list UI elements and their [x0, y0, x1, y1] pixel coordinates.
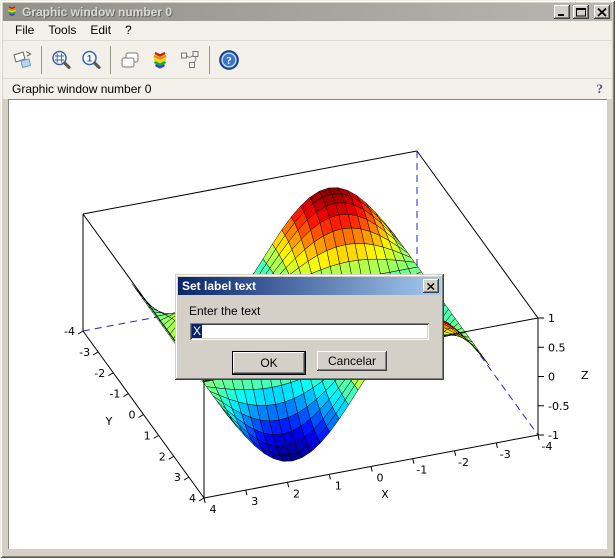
toolbar-separator	[41, 46, 42, 74]
close-button[interactable]	[594, 5, 610, 19]
menu-tools[interactable]: Tools	[41, 21, 83, 40]
rotate-icon[interactable]	[7, 45, 37, 75]
toolbar-separator	[209, 46, 210, 74]
info-help-mark: ?	[597, 81, 604, 97]
svg-text:2: 2	[293, 487, 300, 500]
svg-text:Z: Z	[581, 369, 589, 382]
menu-file[interactable]: File	[8, 21, 41, 40]
dialog-close-icon[interactable]	[423, 279, 439, 293]
entity-picker-icon[interactable]	[175, 45, 205, 75]
svg-text:3: 3	[174, 471, 181, 484]
set-label-dialog: Set label text Enter the text X OK Cance…	[175, 274, 444, 380]
toolbar: 1	[3, 41, 612, 79]
svg-text:-0.5: -0.5	[548, 400, 569, 413]
info-bar: Graphic window number 0 ?	[3, 79, 612, 99]
minimize-button[interactable]	[554, 5, 570, 19]
svg-text:-1: -1	[416, 464, 427, 477]
toolbar-separator	[110, 46, 111, 74]
svg-text:4: 4	[210, 503, 217, 516]
svg-text:1: 1	[144, 429, 151, 442]
scilab-icon[interactable]	[145, 45, 175, 75]
svg-text:-3: -3	[79, 346, 90, 359]
svg-text:-4: -4	[64, 325, 75, 338]
svg-text:3: 3	[251, 495, 258, 508]
unzoom-icon[interactable]: 1	[76, 45, 106, 75]
svg-text:0: 0	[548, 371, 555, 384]
svg-text:4: 4	[189, 492, 196, 505]
svg-text:1: 1	[548, 312, 555, 325]
maximize-button[interactable]	[573, 5, 589, 19]
dialog-prompt: Enter the text	[189, 304, 441, 318]
svg-text:1: 1	[335, 479, 342, 492]
scilab-window-icon	[5, 4, 19, 21]
info-text: Graphic window number 0	[12, 82, 597, 96]
figure-dialogs-icon[interactable]	[115, 45, 145, 75]
svg-text:-2: -2	[94, 367, 105, 380]
selected-text: X	[192, 324, 202, 338]
svg-text:-1: -1	[109, 388, 120, 401]
svg-text:0.5: 0.5	[548, 341, 566, 354]
dialog-buttons: OK Cancelar	[178, 351, 441, 375]
cancel-button[interactable]: Cancelar	[317, 351, 387, 371]
label-text-input[interactable]: X	[190, 323, 429, 340]
menu-edit[interactable]: Edit	[83, 21, 118, 40]
svg-text:-1: -1	[548, 429, 559, 442]
svg-text:?: ?	[226, 55, 232, 67]
svg-text:0: 0	[129, 409, 136, 422]
svg-text:2: 2	[159, 450, 166, 463]
menu-bar: File Tools Edit ?	[3, 21, 612, 41]
svg-text:0: 0	[377, 472, 384, 485]
dialog-title: Set label text	[182, 279, 423, 293]
svg-text:1: 1	[87, 53, 93, 64]
ok-button[interactable]: OK	[232, 351, 306, 375]
dialog-titlebar[interactable]: Set label text	[178, 277, 441, 295]
svg-text:Y: Y	[105, 415, 113, 428]
window-title: Graphic window number 0	[22, 5, 551, 19]
menu-help[interactable]: ?	[118, 21, 139, 40]
svg-text:X: X	[381, 488, 389, 501]
svg-text:-2: -2	[458, 456, 469, 469]
zoom-area-icon[interactable]	[46, 45, 76, 75]
window-titlebar[interactable]: Graphic window number 0	[3, 3, 612, 21]
svg-text:-3: -3	[500, 448, 511, 461]
help-icon[interactable]: ?	[214, 45, 244, 75]
